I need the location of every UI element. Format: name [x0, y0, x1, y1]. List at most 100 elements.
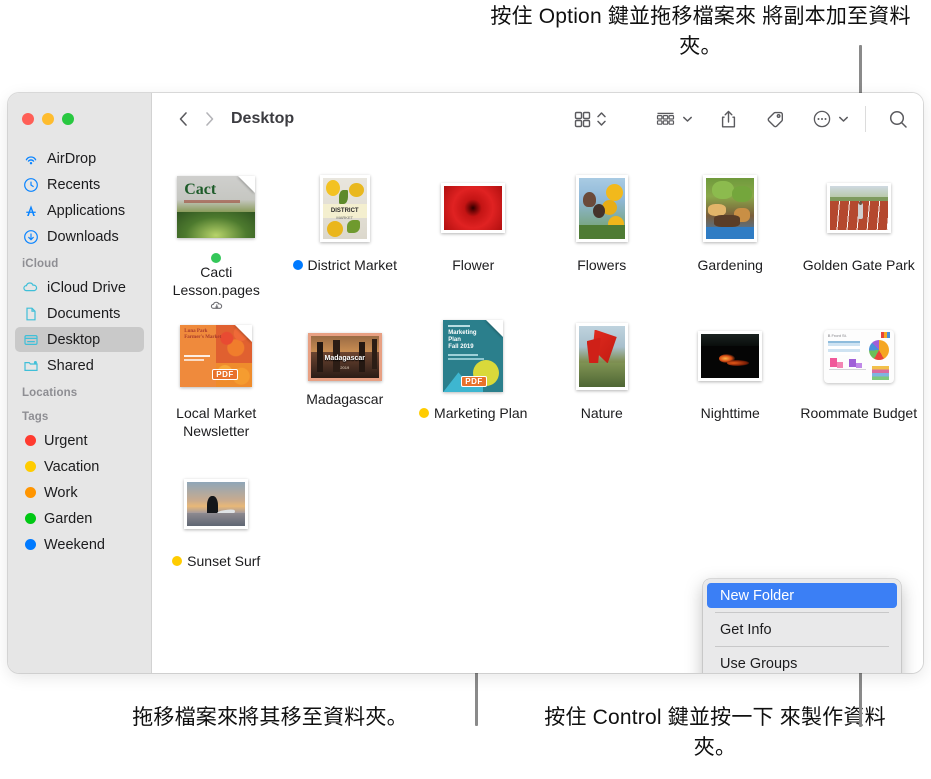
sidebar-item-shared[interactable]: Shared	[15, 353, 144, 378]
menu-separator	[715, 646, 889, 647]
sidebar-item-label: Downloads	[47, 228, 119, 245]
sidebar-tag-work[interactable]: Work	[15, 480, 144, 505]
sidebar-item-label: Weekend	[44, 536, 105, 553]
sidebar-tag-vacation[interactable]: Vacation	[15, 454, 144, 479]
file-item[interactable]: Marketing Plan Fall 2019 PDF Marketing Pla…	[409, 311, 538, 459]
desktop-icon	[22, 331, 39, 348]
tag-icon[interactable]	[764, 104, 786, 134]
menu-item-label: Get Info	[720, 621, 772, 638]
forward-button[interactable]	[196, 104, 222, 134]
sidebar-section-locations: Locations	[22, 387, 78, 399]
sidebar-item-documents[interactable]: Documents	[15, 301, 144, 326]
share-icon[interactable]	[719, 104, 738, 134]
menu-item-label: New Folder	[720, 587, 795, 604]
sidebar-item-recents[interactable]: Recents	[15, 172, 144, 197]
view-controls	[573, 104, 607, 134]
group-by-icon[interactable]	[655, 104, 676, 134]
shared-folder-icon	[22, 357, 39, 374]
sidebar-item-label: Desktop	[47, 331, 101, 348]
minimize-button[interactable]	[42, 113, 54, 125]
file-label: Gardening	[697, 257, 763, 273]
sidebar-item-label: Work	[44, 484, 78, 501]
sidebar-item-label: iCloud Drive	[47, 279, 126, 296]
close-button[interactable]	[22, 113, 34, 125]
file-label: Local Market Newsletter	[176, 405, 257, 439]
sidebar-section-icloud: iCloud	[22, 258, 59, 270]
menu-separator	[715, 612, 889, 613]
sidebar-item-label: Documents	[47, 305, 121, 322]
screenshot-root: 按住 Option 鍵並拖移檔案來 將副本加至資料夾。 拖移檔案來將其移至資料夾…	[0, 0, 931, 779]
file-item[interactable]: Cact Cacti Lesson.pages	[152, 163, 281, 311]
menu-item-new-folder[interactable]: New Folder	[707, 583, 897, 608]
file-item[interactable]: Flowers	[538, 163, 667, 311]
tag-dot-icon	[25, 461, 36, 472]
search-icon[interactable]	[888, 104, 909, 134]
file-label: Golden Gate Park	[802, 257, 915, 273]
toolbar: Desktop	[152, 93, 923, 145]
chevron-down-icon[interactable]	[682, 104, 693, 134]
download-icon	[22, 228, 39, 245]
tag-dot-icon	[25, 487, 36, 498]
file-item[interactable]: Madagascar 2019 Madagascar	[281, 311, 410, 459]
file-item[interactable]: Gardening	[666, 163, 795, 311]
sidebar-item-label: Garden	[44, 510, 93, 527]
tag-dot-icon	[172, 556, 183, 566]
sidebar-item-icloud-drive[interactable]: iCloud Drive	[15, 275, 144, 300]
sidebar-item-downloads[interactable]: Downloads	[15, 224, 144, 249]
sidebar: AirDrop Recents Applications Downloads i…	[8, 93, 152, 673]
file-thumbnail: Marketing Plan Fall 2019 PDF	[409, 317, 538, 395]
airdrop-icon	[22, 150, 39, 167]
menu-item-get-info[interactable]: Get Info	[707, 617, 897, 642]
icloud-download-icon[interactable]	[210, 299, 224, 311]
sidebar-item-label: Applications	[47, 202, 126, 219]
pdf-badge: PDF	[212, 369, 238, 380]
file-thumbnail: B Front St.	[795, 317, 924, 395]
breadcrumb[interactable]: Desktop	[231, 110, 294, 128]
file-item[interactable]: Luna Park Farmer's Market PDF Local Marke…	[152, 311, 281, 459]
tag-dot-icon	[419, 408, 430, 418]
sidebar-item-label: AirDrop	[47, 150, 97, 167]
tag-dot-icon	[25, 435, 36, 446]
file-item[interactable]: DISTRICT MARKET District Market	[281, 163, 410, 311]
file-item[interactable]: Flower	[409, 163, 538, 311]
toolbar-divider	[865, 106, 866, 132]
annotation-control-click: 按住 Control 鍵並按一下 來製作資料夾。	[544, 706, 886, 759]
sidebar-item-label: Urgent	[44, 432, 88, 449]
menu-item-use-groups[interactable]: Use Groups	[707, 651, 897, 673]
window-controls	[8, 93, 151, 145]
sidebar-item-applications[interactable]: Applications	[15, 198, 144, 223]
ellipsis-circle-icon[interactable]	[812, 104, 832, 134]
sidebar-tag-weekend[interactable]: Weekend	[15, 532, 144, 557]
cloud-icon	[22, 279, 39, 296]
file-thumbnail: Cact	[152, 169, 281, 244]
file-label: Sunset Surf	[172, 552, 260, 570]
file-item[interactable]: Sunset Surf	[152, 459, 281, 607]
finder-window: AirDrop Recents Applications Downloads i…	[8, 93, 923, 673]
file-item[interactable]: B Front St. Roommate Budget	[795, 311, 924, 459]
file-thumbnail: DISTRICT MARKET	[281, 169, 410, 247]
chevron-down-icon[interactable]	[838, 104, 849, 134]
file-thumbnail	[409, 169, 538, 247]
file-item[interactable]: Golden Gate Park	[795, 163, 924, 311]
back-button[interactable]	[170, 104, 196, 134]
file-thumbnail	[538, 169, 667, 247]
file-item[interactable]: Nighttime	[666, 311, 795, 459]
sidebar-tag-garden[interactable]: Garden	[15, 506, 144, 531]
file-thumbnail	[152, 465, 281, 543]
annotation-drag-to-move: 拖移檔案來將其移至資料夾。	[132, 706, 408, 729]
sidebar-item-airdrop[interactable]: AirDrop	[15, 146, 144, 171]
document-icon	[22, 305, 39, 322]
file-item[interactable]: Nature	[538, 311, 667, 459]
main-pane: Desktop Cact Cacti Lesson.pages DISTRICT…	[152, 93, 923, 673]
sidebar-item-label: Recents	[47, 176, 101, 193]
grid-view-icon[interactable]	[573, 104, 592, 134]
chevron-up-down-icon[interactable]	[596, 104, 607, 134]
group-controls	[655, 104, 693, 134]
file-label: Flowers	[577, 257, 627, 273]
file-thumbnail	[538, 317, 667, 395]
file-label: Roommate Budget	[800, 405, 918, 421]
tag-dot-icon	[25, 513, 36, 524]
sidebar-tag-urgent[interactable]: Urgent	[15, 428, 144, 453]
sidebar-item-desktop[interactable]: Desktop	[15, 327, 144, 352]
maximize-button[interactable]	[62, 113, 74, 125]
